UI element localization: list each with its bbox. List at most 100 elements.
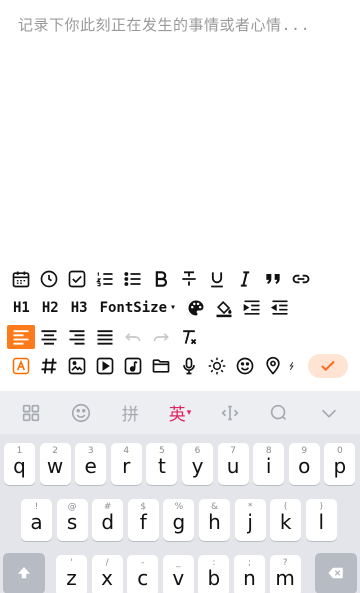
key-letter: w	[46, 454, 64, 478]
pinyin-button[interactable]: 拼	[112, 398, 148, 428]
align-justify-icon[interactable]	[91, 325, 119, 349]
quote-icon[interactable]	[259, 267, 287, 291]
folder-icon[interactable]	[147, 354, 175, 378]
key-z[interactable]: ' z	[56, 555, 87, 593]
font-size-dropdown[interactable]: FontSize ▾	[94, 296, 182, 320]
more-tools-icon[interactable]	[287, 354, 297, 378]
align-center-icon[interactable]	[35, 325, 63, 349]
link-icon[interactable]	[287, 267, 315, 291]
bold-icon[interactable]	[147, 267, 175, 291]
key-letter: v	[172, 566, 185, 590]
undo-icon[interactable]	[119, 325, 147, 349]
bullet-list-icon[interactable]	[119, 267, 147, 291]
font-size-label: FontSize	[99, 299, 168, 316]
emoji-icon[interactable]	[231, 354, 259, 378]
key-letter: g	[172, 510, 186, 534]
key-letter: n	[243, 566, 256, 590]
hashtag-icon[interactable]	[35, 354, 63, 378]
font-a-icon[interactable]	[7, 354, 35, 378]
submit-button[interactable]	[308, 353, 348, 378]
music-icon[interactable]	[119, 354, 147, 378]
key-letter: i	[265, 454, 272, 478]
key-h[interactable]: & h	[199, 499, 230, 541]
shift-key[interactable]	[3, 553, 45, 593]
key-letter: f	[139, 510, 147, 534]
search-icon[interactable]	[261, 398, 297, 428]
key-s[interactable]: @ s	[56, 499, 88, 541]
key-y[interactable]: 6y	[182, 443, 213, 485]
key-t[interactable]: 5t	[146, 443, 178, 485]
key-k[interactable]: (k	[270, 499, 302, 541]
key-b[interactable]: :b	[198, 555, 230, 593]
key-letter: s	[66, 510, 78, 534]
key-q[interactable]: 1q	[4, 443, 35, 485]
align-left-icon[interactable]	[7, 324, 35, 349]
cursor-move-icon[interactable]	[212, 398, 248, 428]
key-f[interactable]: $ f	[127, 499, 159, 541]
key-letter: x	[101, 566, 114, 590]
key-j[interactable]: * j	[234, 499, 266, 541]
emoji-keyboard-icon[interactable]	[63, 398, 99, 428]
toolbar-row-1	[0, 264, 360, 293]
key-d[interactable]: # d	[92, 499, 124, 541]
key-r[interactable]: 4r	[110, 443, 142, 485]
italic-icon[interactable]	[231, 267, 259, 291]
clock-icon[interactable]	[35, 267, 63, 291]
align-right-icon[interactable]	[63, 325, 91, 349]
image-icon[interactable]	[63, 354, 91, 378]
key-letter: q	[13, 454, 26, 478]
key-n[interactable]: ; n	[234, 555, 265, 593]
collapse-keyboard-icon[interactable]	[311, 398, 347, 428]
key-l[interactable]: ) l	[305, 499, 337, 541]
key-u[interactable]: 7u	[217, 443, 249, 485]
key-letter: u	[226, 454, 240, 478]
indent-icon[interactable]	[238, 296, 266, 320]
key-v[interactable]: _ v	[162, 555, 194, 593]
fill-color-icon[interactable]	[210, 296, 238, 320]
language-switch-button[interactable]: 英 ▾	[162, 398, 198, 428]
chevron-down-icon: ▾	[186, 407, 192, 418]
video-icon[interactable]	[91, 354, 119, 378]
clear-format-icon[interactable]	[175, 325, 203, 349]
checkbox-icon[interactable]	[63, 267, 91, 291]
key-w[interactable]: 2w	[39, 443, 71, 485]
grid-menu-icon[interactable]	[13, 398, 49, 428]
heading-1-button[interactable]: H1	[7, 296, 36, 320]
backspace-key[interactable]	[315, 553, 357, 593]
palette-icon[interactable]	[182, 296, 210, 320]
heading-2-button[interactable]: H2	[36, 296, 65, 320]
chevron-down-icon: ▾	[170, 302, 177, 313]
key-letter: t	[157, 454, 166, 478]
weather-sun-icon[interactable]	[203, 354, 231, 378]
key-m[interactable]: ? m	[269, 555, 301, 593]
key-letter: z	[66, 566, 77, 590]
key-a[interactable]: ! a	[21, 499, 52, 541]
toolbar-row-3	[0, 322, 360, 351]
key-p[interactable]: 0p	[324, 443, 356, 485]
outdent-icon[interactable]	[266, 296, 294, 320]
calendar-icon[interactable]	[7, 267, 35, 291]
microphone-icon[interactable]	[175, 354, 203, 378]
toolbar-row-4	[0, 351, 360, 380]
check-icon	[321, 360, 335, 371]
key-letter: p	[333, 454, 347, 478]
location-pin-icon[interactable]	[259, 354, 287, 378]
strikethrough-icon[interactable]	[175, 267, 203, 291]
key-i[interactable]: 8i	[253, 443, 285, 485]
ordered-list-icon[interactable]	[91, 267, 119, 291]
ime-toolbar: 拼 英 ▾	[0, 391, 360, 434]
key-o[interactable]: 9o	[288, 443, 320, 485]
key-letter: h	[208, 510, 221, 534]
key-letter: e	[84, 454, 97, 478]
key-c[interactable]: -c	[127, 555, 159, 593]
redo-icon[interactable]	[147, 325, 175, 349]
key-g[interactable]: % g	[163, 499, 195, 541]
key-letter: c	[137, 566, 149, 590]
underline-icon[interactable]	[203, 267, 231, 291]
editor-area[interactable]: 记录下你此刻正在发生的事情或者心情...	[0, 0, 360, 262]
key-letter: k	[279, 510, 292, 534]
key-e[interactable]: 3e	[75, 443, 107, 485]
key-letter: j	[247, 510, 253, 534]
heading-3-button[interactable]: H3	[65, 296, 94, 320]
key-x[interactable]: / x	[91, 555, 123, 593]
